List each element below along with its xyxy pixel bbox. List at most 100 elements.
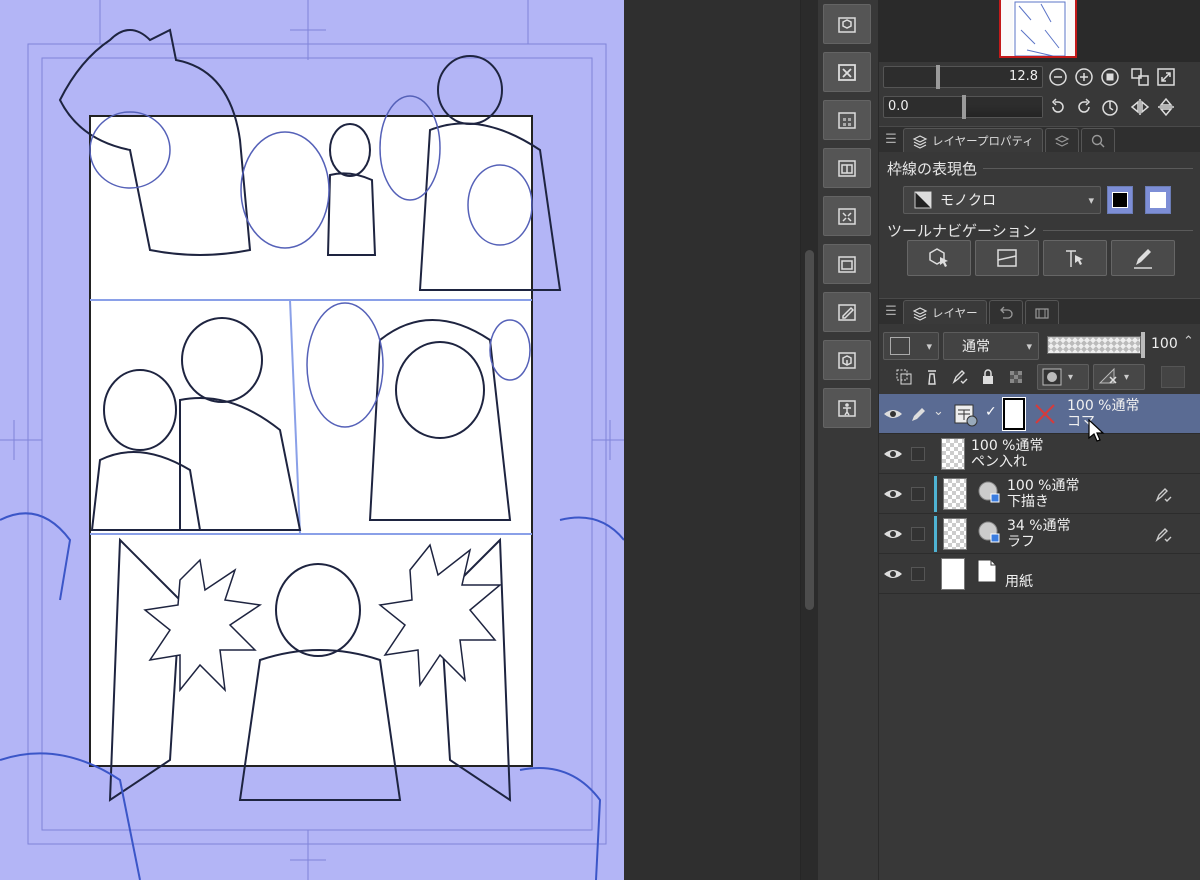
actual-size-button[interactable] (1099, 66, 1121, 88)
lock-checkbox[interactable] (911, 487, 925, 501)
rotate-left-button[interactable] (1047, 96, 1069, 118)
ruler-dropdown[interactable]: ▾ (1093, 364, 1145, 390)
extra-option-button[interactable] (1161, 366, 1185, 388)
mask-disabled-x-icon[interactable] (1033, 402, 1057, 426)
tab-layer-label: レイヤー (932, 305, 978, 320)
zoom-slider[interactable]: 12.8 (883, 65, 1043, 89)
frame-cut-tool-button[interactable] (1043, 240, 1107, 276)
flip-vertical-icon (1158, 97, 1174, 117)
page-thumbnail-icon (1013, 0, 1067, 56)
opacity-slider-knob[interactable] (1141, 332, 1145, 358)
expand-arrows-icon (1157, 68, 1175, 86)
navigator-thumbnail[interactable] (999, 0, 1077, 58)
rotate-slider-knob[interactable] (962, 95, 966, 119)
chevron-down-icon: ▾ (926, 339, 932, 353)
border-color-mode-value: モノクロ (940, 193, 996, 209)
panel-menu-icon[interactable]: ☰ (879, 126, 903, 152)
layer-meta: 100 %通常 (1067, 398, 1140, 414)
cursor-line-icon (1066, 250, 1083, 267)
zoom-slider-knob[interactable] (936, 65, 940, 89)
layer-color-dropdown[interactable]: ▾ (883, 332, 939, 360)
white-color-swatch[interactable] (1145, 186, 1171, 214)
tab-history[interactable] (988, 300, 1023, 324)
layer-thumbnail (941, 558, 965, 590)
layer-meta: 34 %通常 (1007, 518, 1071, 534)
draft-layer-button[interactable] (949, 366, 971, 388)
navigator-preview[interactable] (879, 0, 1200, 62)
layer-blend-row: ▾ 通常 ▾ 100 ⌃ (879, 330, 1200, 360)
frame-divide-tool-button[interactable] (975, 240, 1039, 276)
fill-layer-button[interactable] (823, 100, 871, 140)
edit-icon (838, 304, 856, 321)
layer-row-inking[interactable]: 100 %通常 ペン入れ (879, 434, 1200, 474)
pen-check-icon (1155, 488, 1172, 503)
drawing-canvas[interactable] (0, 0, 624, 880)
white-swatch-square (1150, 192, 1166, 208)
lock-layer-button[interactable] (977, 366, 999, 388)
fit-layer-button[interactable] (823, 196, 871, 236)
new-layer-folder-button[interactable] (823, 4, 871, 44)
lock-transparent-button[interactable] (1005, 366, 1027, 388)
eye-icon[interactable] (883, 446, 903, 462)
fit-to-window-button[interactable] (1129, 66, 1151, 88)
workspace-background (624, 0, 800, 880)
canvas-vertical-scrollbar[interactable] (800, 0, 818, 880)
layer-mask-thumbnail[interactable] (1002, 397, 1026, 431)
mask-dropdown[interactable]: ▾ (1037, 364, 1089, 390)
rotate-right-button[interactable] (1073, 96, 1095, 118)
layer-row-paper[interactable]: 用紙 (879, 554, 1200, 594)
zoom-row: 12.8 (883, 64, 1177, 90)
chevron-down-icon[interactable]: ⌄ (933, 404, 944, 419)
tab-layer-property[interactable]: レイヤープロパティ (903, 128, 1043, 152)
opacity-slider[interactable] (1047, 336, 1141, 354)
layer-row-rough[interactable]: 34 %通常 ラフ (879, 514, 1200, 554)
opacity-stepper-icon[interactable]: ⌃ (1183, 334, 1194, 349)
lighthouse-icon (928, 370, 936, 385)
pen-tool-button[interactable] (1111, 240, 1175, 276)
lock-checkbox[interactable] (911, 527, 925, 541)
minus-circle-icon (1049, 68, 1067, 86)
layer-row-sketch[interactable]: 100 %通常 下描き (879, 474, 1200, 514)
image-layer-button[interactable] (823, 244, 871, 284)
delete-layer-button[interactable] (823, 52, 871, 92)
opacity-value: 100 (1151, 336, 1178, 352)
layer-panel-menu-icon[interactable]: ☰ (879, 298, 903, 324)
flip-horizontal-button[interactable] (1129, 96, 1151, 118)
reset-rotation-button[interactable] (1099, 96, 1121, 118)
black-color-swatch[interactable] (1107, 186, 1133, 214)
clip-layer-button[interactable] (893, 366, 915, 388)
tab-search[interactable] (1080, 128, 1115, 152)
reference-layer-button[interactable] (921, 366, 943, 388)
figure-layer-button[interactable] (823, 388, 871, 428)
eye-icon[interactable] (883, 406, 903, 422)
lock-checkbox[interactable] (911, 447, 925, 461)
tab-layer[interactable]: レイヤー (903, 300, 987, 324)
tab-layer-search[interactable] (1044, 128, 1079, 152)
eye-icon[interactable] (883, 486, 903, 502)
zoom-out-button[interactable] (1047, 66, 1069, 88)
pen-check-icon (1155, 528, 1172, 543)
zoom-in-button[interactable] (1073, 66, 1095, 88)
frame-layer-button[interactable] (823, 148, 871, 188)
lock-transparency-icon (1010, 371, 1022, 383)
3d-layer-button[interactable] (823, 340, 871, 380)
eye-icon[interactable] (883, 566, 903, 582)
layer-panel-tabs: ☰ レイヤー (879, 298, 1200, 324)
tab-auto-action[interactable] (1024, 300, 1059, 324)
rotate-slider[interactable]: 0.0 (883, 95, 1043, 119)
pen-check-icon (952, 370, 968, 385)
blend-mode-dropdown[interactable]: 通常 ▾ (943, 332, 1039, 360)
flip-vertical-button[interactable] (1155, 96, 1177, 118)
command-bar (818, 0, 878, 880)
layer-row-koma[interactable]: ⌄ ✓ 100 %通常 コマ (879, 394, 1200, 442)
lock-checkbox[interactable] (911, 567, 925, 581)
reset-icon (1102, 100, 1118, 116)
layer-thumbnail (943, 518, 967, 550)
edit-layer-button[interactable] (823, 292, 871, 332)
border-color-mode-dropdown[interactable]: モノクロ ▾ (903, 186, 1101, 214)
eye-icon[interactable] (883, 526, 903, 542)
draft-layer-icon (978, 481, 1000, 503)
fit-navigator-button[interactable] (1155, 66, 1177, 88)
scrollbar-thumb[interactable] (805, 250, 814, 610)
object-tool-button[interactable] (907, 240, 971, 276)
